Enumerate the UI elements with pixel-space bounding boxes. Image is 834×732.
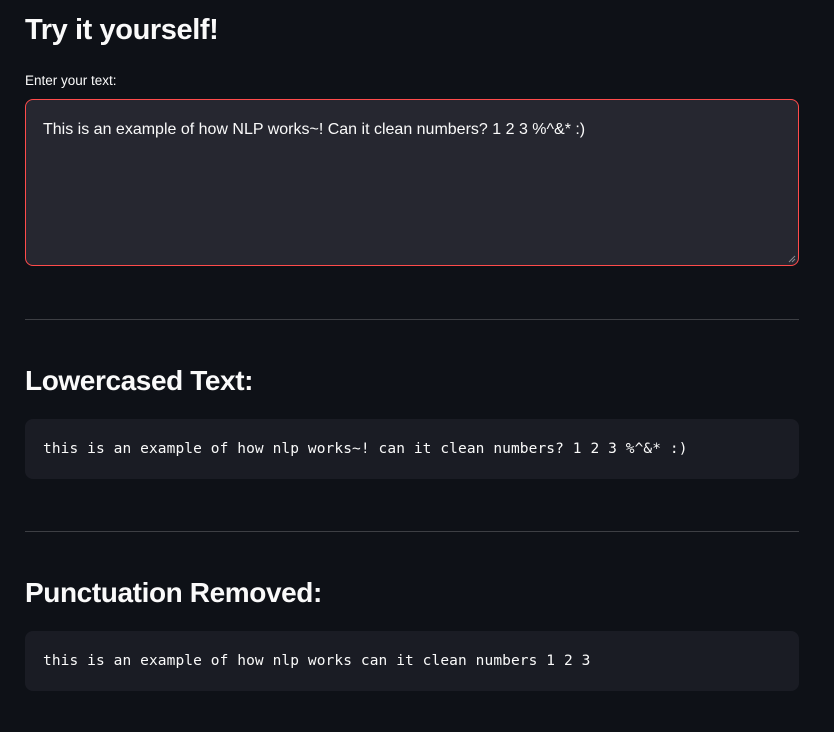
text-input[interactable] bbox=[26, 100, 798, 265]
divider bbox=[25, 319, 799, 320]
heading-try-it-yourself: Try it yourself! bbox=[25, 14, 219, 46]
punctuation-output-block: this is an example of how nlp works can … bbox=[25, 631, 799, 691]
input-label: Enter your text: bbox=[25, 73, 117, 88]
main-container: Try it yourself! Enter your text: Lowerc… bbox=[0, 0, 834, 732]
lowercased-output-block: this is an example of how nlp works~! ca… bbox=[25, 419, 799, 479]
punctuation-output-text: this is an example of how nlp works can … bbox=[43, 653, 591, 669]
heading-lowercased-text: Lowercased Text: bbox=[25, 365, 254, 396]
lowercased-output-text: this is an example of how nlp works~! ca… bbox=[43, 441, 688, 457]
text-input-container bbox=[25, 99, 799, 266]
divider bbox=[25, 531, 799, 532]
heading-punctuation-removed: Punctuation Removed: bbox=[25, 577, 322, 608]
